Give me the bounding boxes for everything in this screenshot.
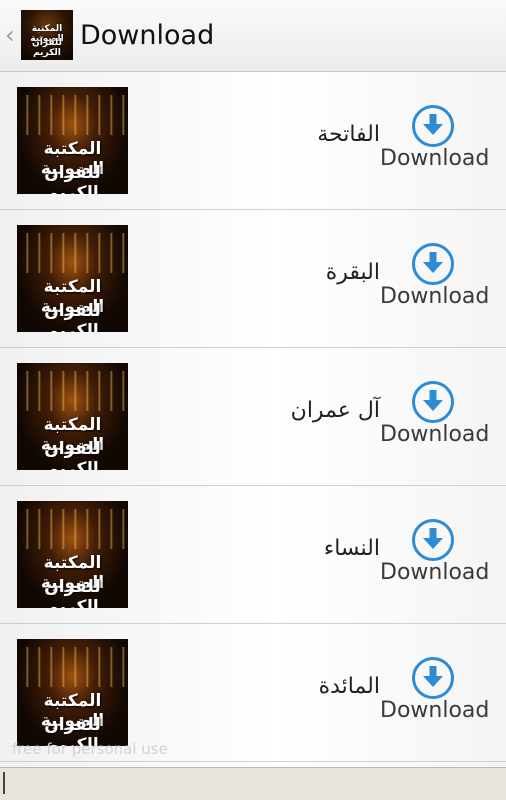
download-button[interactable]: Download	[380, 146, 489, 171]
download-arrow-icon[interactable]	[411, 380, 455, 424]
text-cursor	[3, 772, 5, 794]
list-item[interactable]: المكتبة الصوتية للقران الكريم النساء Dow…	[0, 486, 506, 624]
bottom-input-bar[interactable]	[0, 767, 506, 800]
list-item[interactable]: المكتبة الصوتية للقران الكريم البقرة Dow…	[0, 210, 506, 348]
thumbnail-caption-2: للقران الكريم	[44, 301, 101, 332]
surah-thumbnail: المكتبة الصوتية للقران الكريم	[17, 225, 128, 332]
list-item[interactable]: المكتبة الصوتية للقران الكريم آل عمران D…	[0, 348, 506, 486]
surah-name: آل عمران	[290, 398, 380, 423]
surah-thumbnail: المكتبة الصوتية للقران الكريم	[17, 87, 128, 194]
action-bar: ‹ المكتبة الصوتية للقرآن الكريم Download	[0, 0, 506, 72]
thumbnail-caption-2: للقران الكريم	[44, 163, 101, 194]
surah-name: الفاتحة	[317, 122, 380, 147]
thumbnail-caption-2: للقران الكريم	[44, 577, 101, 608]
download-arrow-icon[interactable]	[411, 656, 455, 700]
download-arrow-icon[interactable]	[411, 518, 455, 562]
page-title: Download	[80, 20, 215, 51]
download-button[interactable]: Download	[380, 422, 489, 447]
download-button[interactable]: Download	[380, 284, 489, 309]
app-logo[interactable]: المكتبة الصوتية للقرآن الكريم	[21, 10, 73, 60]
back-caret-icon[interactable]: ‹	[5, 20, 19, 50]
surah-list: المكتبة الصوتية للقران الكريم الفاتحة Do…	[0, 72, 506, 767]
app-logo-caption-2: للقرآن الكريم	[32, 38, 62, 58]
surah-thumbnail: المكتبة الصوتية للقران الكريم	[17, 639, 128, 746]
download-arrow-icon[interactable]	[411, 242, 455, 286]
download-arrow-icon[interactable]	[411, 104, 455, 148]
surah-name: المائدة	[318, 674, 380, 699]
thumbnail-caption-2: للقران الكريم	[44, 439, 101, 470]
surah-thumbnail: المكتبة الصوتية للقران الكريم	[17, 363, 128, 470]
surah-thumbnail: المكتبة الصوتية للقران الكريم	[17, 501, 128, 608]
download-button[interactable]: Download	[380, 698, 489, 723]
list-item[interactable]: المكتبة الصوتية للقران الكريم الفاتحة Do…	[0, 72, 506, 210]
watermark-text: free for personal use	[12, 740, 168, 758]
surah-name: النساء	[323, 536, 380, 561]
surah-name: البقرة	[325, 260, 380, 285]
download-button[interactable]: Download	[380, 560, 489, 585]
